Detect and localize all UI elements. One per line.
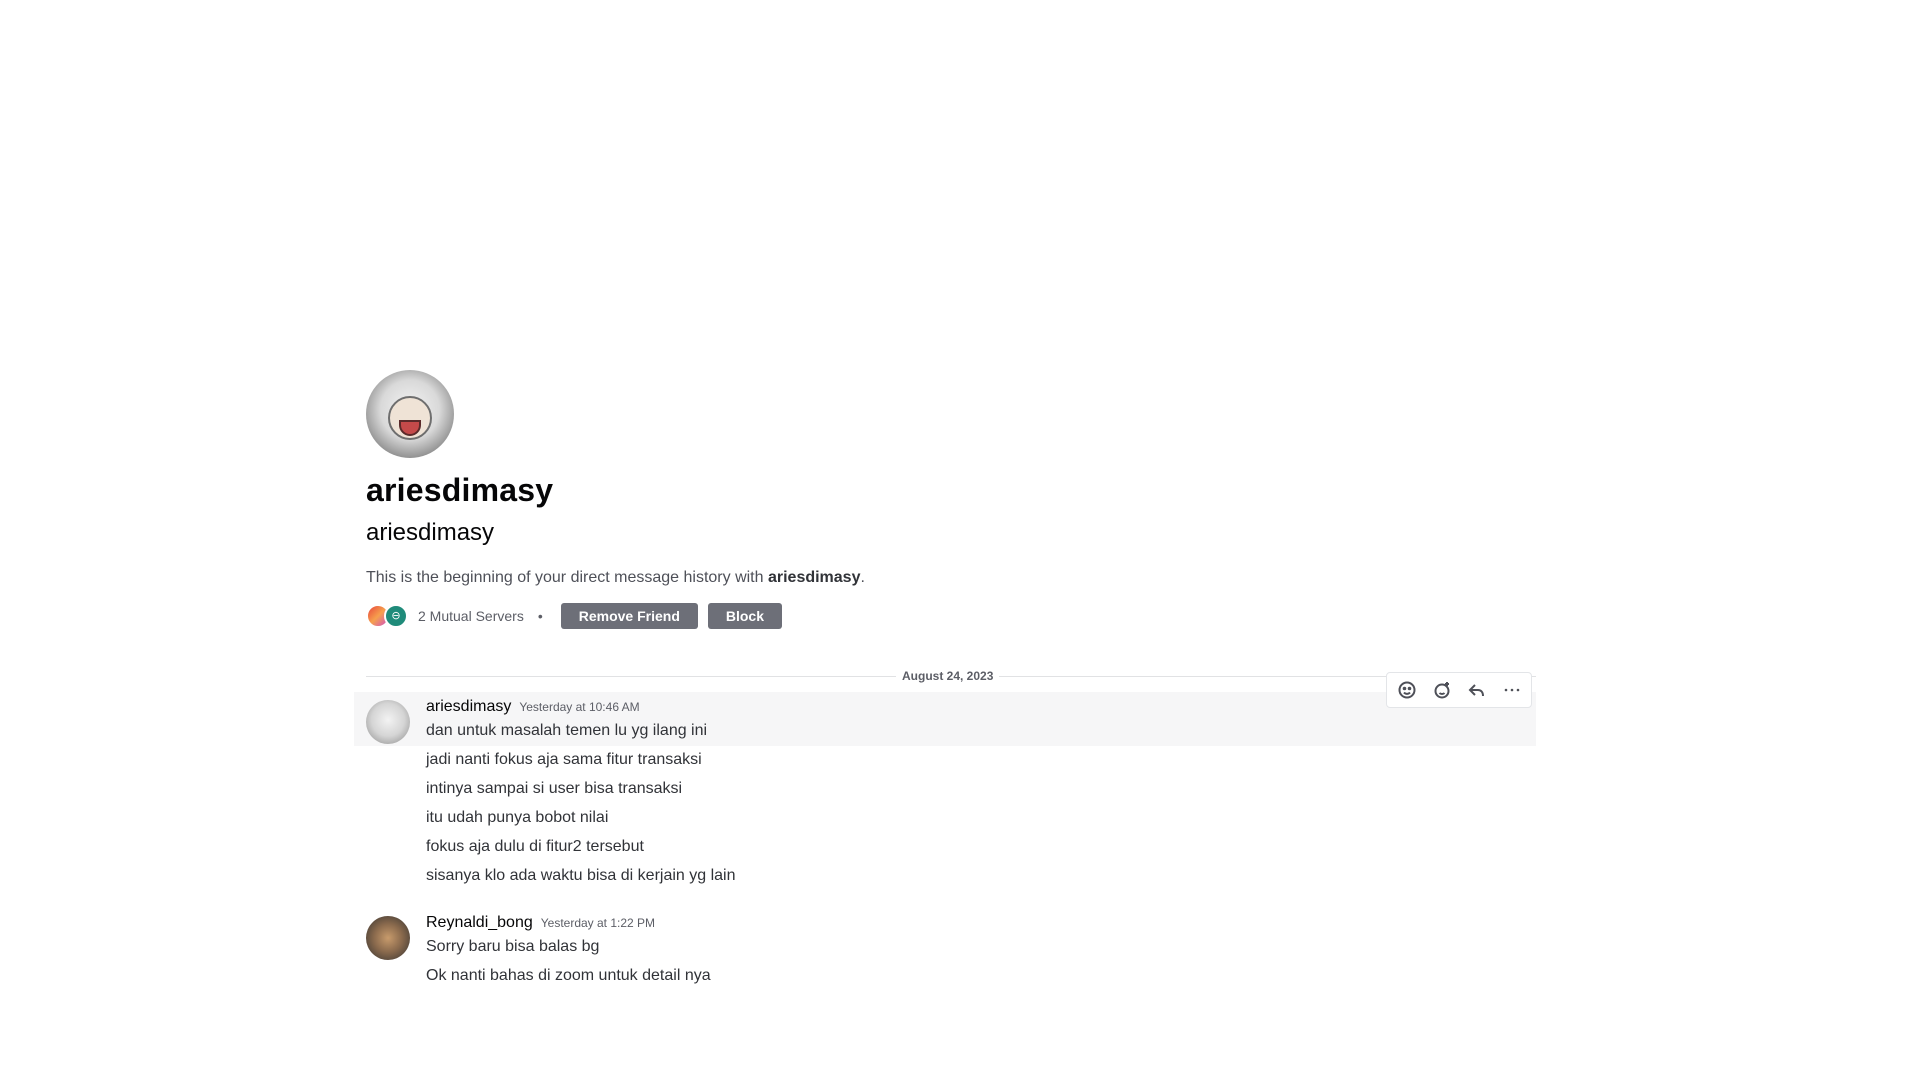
dm-welcome-header: ariesdimasy ariesdimasy This is the begi…: [366, 370, 1536, 630]
message-content: itu udah punya bobot nilai: [426, 809, 609, 826]
date-divider: August 24, 2023: [366, 668, 1536, 684]
message-content: dan untuk masalah temen lu yg ilang ini: [426, 722, 708, 739]
message-author[interactable]: ariesdimasy: [426, 698, 511, 716]
message-group[interactable]: Reynaldi_bong Yesterday at 1:22 PM Sorry…: [354, 908, 1536, 991]
message-row[interactable]: Reynaldi_bong Yesterday at 1:22 PM Sorry…: [354, 908, 1536, 962]
message-content: sisanya klo ada waktu bisa di kerjain yg…: [426, 867, 736, 884]
block-button[interactable]: Block: [707, 603, 782, 629]
dm-intro-text: This is the beginning of your direct mes…: [366, 568, 1536, 588]
message-group[interactable]: ariesdimasy Yesterday at 10:46 AM dan un…: [354, 672, 1536, 891]
reply-icon[interactable]: [1459, 674, 1494, 706]
message-timestamp: Yesterday at 1:22 PM: [540, 916, 656, 930]
more-icon[interactable]: [1494, 674, 1529, 706]
separator-dot: •: [537, 608, 543, 624]
mutual-servers-link[interactable]: 2 Mutual Servers: [418, 608, 524, 624]
message-content: Ok nanti bahas di zoom untuk detail nya: [426, 967, 711, 984]
mutual-server-icons[interactable]: ⊖: [366, 604, 408, 628]
message-content: fokus aja dulu di fitur2 tersebut: [426, 838, 644, 855]
profile-username: ariesdimasy: [366, 519, 495, 546]
mutual-servers-row: ⊖ 2 Mutual Servers • Remove Friend Block: [366, 602, 1536, 630]
dm-channel: ariesdimasy ariesdimasy This is the begi…: [0, 0, 1920, 1080]
server-icon[interactable]: ⊖: [384, 604, 408, 628]
profile-display-name: ariesdimasy: [366, 472, 554, 508]
message-action-toolbar: [1386, 672, 1532, 708]
profile-avatar[interactable]: [366, 370, 454, 458]
message-author[interactable]: Reynaldi_bong: [426, 914, 533, 932]
intro-prefix: This is the beginning of your direct mes…: [366, 569, 768, 586]
intro-suffix: .: [860, 569, 865, 586]
message-header: ariesdimasy Yesterday at 10:46 AM: [426, 698, 1536, 720]
message-header: Reynaldi_bong Yesterday at 1:22 PM: [426, 914, 1536, 936]
message-content: intinya sampai si user bisa transaksi: [426, 780, 683, 797]
message-row[interactable]: ariesdimasy Yesterday at 10:46 AM dan un…: [354, 672, 1536, 746]
intro-username: ariesdimasy: [767, 569, 861, 586]
avatar[interactable]: [366, 700, 410, 744]
message-content: Sorry baru bisa balas bg: [426, 938, 600, 955]
divider-date: August 24, 2023: [896, 668, 1000, 684]
add-reaction-icon[interactable]: [1389, 674, 1424, 706]
avatar[interactable]: [366, 916, 410, 960]
remove-friend-button[interactable]: Remove Friend: [560, 603, 698, 629]
message-content: jadi nanti fokus aja sama fitur transaks…: [426, 751, 702, 768]
super-reaction-icon[interactable]: [1424, 674, 1459, 706]
message-timestamp: Yesterday at 10:46 AM: [519, 700, 640, 714]
